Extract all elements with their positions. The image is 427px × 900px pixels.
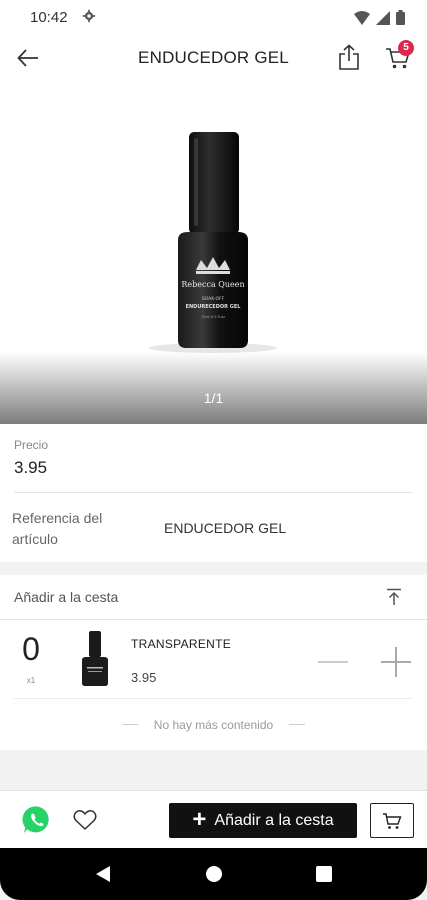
quantity-count: 0 — [22, 631, 40, 667]
minus-icon — [318, 661, 348, 663]
end-of-content-text: No hay más contenido — [153, 718, 274, 732]
add-to-basket-section: Añadir a la cesta 0 x1 TRANSPARENTE 3.95 — [0, 575, 427, 750]
app-header: ENDUCEDOR GEL 5 — [0, 34, 427, 82]
settings-gear-icon — [82, 9, 96, 23]
add-to-basket-button[interactable]: + Añadir a la cesta — [169, 803, 357, 838]
divider — [14, 698, 413, 699]
system-nav-bar — [0, 848, 427, 900]
product-image-gallery[interactable]: Rebecca Queen SOAK-OFF ENDURECEDOR GEL 1… — [0, 82, 427, 424]
battery-icon — [396, 10, 405, 25]
status-time: 10:42 — [30, 9, 68, 26]
plus-icon: + — [192, 805, 207, 833]
plus-icon — [381, 647, 411, 677]
increase-quantity-button[interactable] — [379, 645, 413, 679]
quantity-multiplier: x1 — [26, 676, 36, 685]
nav-back-icon[interactable] — [96, 866, 110, 882]
variant-thumbnail — [82, 631, 108, 686]
end-line-right — [289, 724, 305, 725]
scroll-to-top-button[interactable] — [383, 586, 405, 608]
bottle-line2-text: ENDURECEDOR GEL — [186, 304, 242, 310]
variant-price: 3.95 — [131, 670, 157, 685]
decrease-quantity-button[interactable] — [316, 645, 350, 679]
share-button[interactable] — [334, 42, 364, 72]
screen: 10:42 ENDUCEDOR GEL 5 Rebecca Queen SOAK… — [0, 0, 427, 900]
reference-label: Referencia del artículo — [12, 510, 103, 547]
go-to-cart-button[interactable] — [370, 803, 414, 838]
signal-icon — [376, 10, 390, 25]
bottle-line1-text: SOAK-OFF — [202, 296, 225, 302]
variant-name: TRANSPARENTE — [131, 637, 232, 651]
favorite-button[interactable] — [72, 807, 98, 833]
nav-home-icon[interactable] — [206, 866, 222, 882]
image-overlay — [0, 352, 427, 424]
share-icon — [339, 44, 359, 70]
bottle-line3-text: 15ml 0.5 fl.oz — [201, 315, 225, 319]
wifi-icon — [354, 10, 370, 25]
bottom-action-bar: + Añadir a la cesta — [0, 790, 427, 848]
price-label: Precio — [14, 438, 49, 452]
arrow-up-to-top-icon — [387, 588, 401, 605]
divider — [14, 492, 413, 493]
reference-value: ENDUCEDOR GEL — [164, 520, 287, 536]
cart-icon — [383, 812, 402, 829]
divider — [0, 619, 427, 620]
bottle-brand-text: Rebecca Queen — [181, 280, 244, 289]
cart-button[interactable]: 5 — [382, 40, 414, 74]
add-to-basket-label: Añadir a la cesta — [214, 811, 334, 829]
status-icons — [354, 10, 405, 25]
price-value: 3.95 — [14, 458, 48, 477]
whatsapp-icon — [22, 806, 49, 833]
whatsapp-button[interactable] — [22, 805, 52, 835]
image-counter: 1/1 — [203, 390, 224, 406]
cart-count-badge: 5 — [398, 40, 414, 56]
nav-recents-icon[interactable] — [316, 866, 332, 882]
product-info-card: Precio 3.95 Referencia del artículo ENDU… — [0, 424, 427, 562]
basket-section-title: Añadir a la cesta — [14, 589, 119, 605]
status-bar: 10:42 — [0, 0, 427, 34]
heart-icon — [73, 810, 97, 831]
